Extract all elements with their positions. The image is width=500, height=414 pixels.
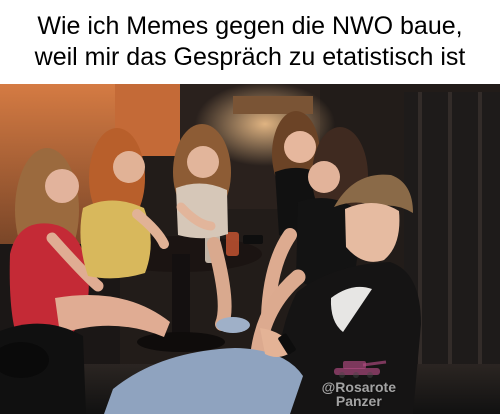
- caption: Wie ich Memes gegen die NWO baue, weil m…: [0, 0, 500, 84]
- photo: @Rosarote Panzer: [0, 84, 500, 414]
- table-base: [137, 332, 225, 352]
- watermark-handle: @Rosarote: [321, 379, 396, 395]
- drink-glass-2: [226, 232, 239, 256]
- tank-logo-icon: [333, 360, 387, 378]
- face: [45, 169, 79, 203]
- photo-scene: [0, 84, 500, 414]
- caption-line-2: weil mir das Gespräch zu etatistisch ist: [34, 43, 466, 71]
- face: [284, 131, 316, 163]
- face: [187, 146, 219, 178]
- phone-on-table: [243, 235, 263, 244]
- table-stem: [172, 254, 190, 340]
- back-shelf: [233, 96, 313, 114]
- meme-image: Wie ich Memes gegen die NWO baue, weil m…: [0, 0, 500, 414]
- watermark: @Rosarote Panzer: [322, 357, 396, 408]
- face: [113, 151, 145, 183]
- watermark-name: Panzer: [335, 393, 382, 409]
- shoe: [216, 317, 250, 333]
- caption-line-1: Wie ich Memes gegen die NWO baue,: [37, 12, 463, 40]
- face: [308, 161, 340, 193]
